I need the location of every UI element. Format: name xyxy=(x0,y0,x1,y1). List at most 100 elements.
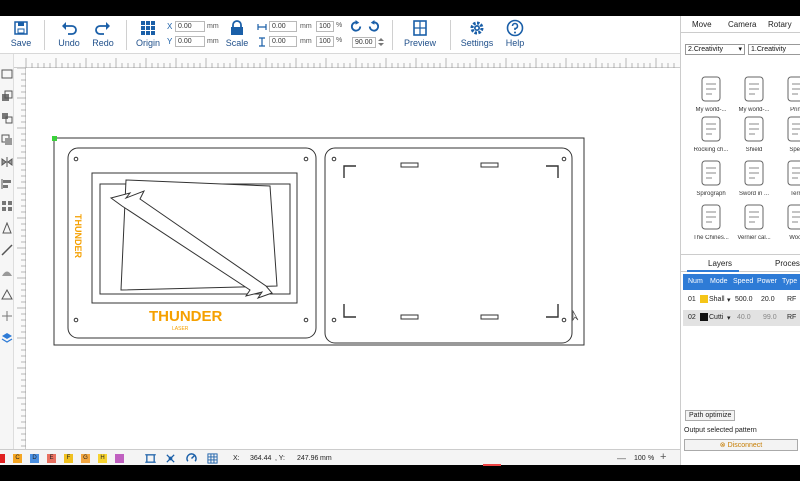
selection-handle[interactable] xyxy=(52,136,57,141)
pen-tool-icon[interactable] xyxy=(1,222,13,234)
rotate-cw-icon[interactable] xyxy=(367,20,380,33)
align-left-icon[interactable] xyxy=(1,178,13,190)
help-button[interactable]: Help xyxy=(502,19,528,48)
output-selected-label[interactable]: Output selected pattern xyxy=(684,427,757,434)
path-optimize-button[interactable]: Path optimize xyxy=(685,410,736,421)
library-item[interactable]: Sword in ... xyxy=(734,158,774,197)
library-item[interactable]: Shield xyxy=(734,114,774,153)
right-panel[interactable] xyxy=(324,147,573,344)
color-swatch[interactable] xyxy=(0,454,5,463)
height-percent-input[interactable] xyxy=(316,36,334,47)
library-item-caption: Rocking ch... xyxy=(693,147,729,153)
select-tool-icon[interactable] xyxy=(1,68,13,80)
line-tool-icon[interactable] xyxy=(1,244,13,256)
preview-button[interactable]: Preview xyxy=(402,19,438,48)
color-swatch[interactable]: D xyxy=(30,454,39,463)
height-unit: mm xyxy=(300,38,312,45)
y-unit: mm xyxy=(207,38,219,45)
redline-icon[interactable] xyxy=(186,453,197,464)
subcategory-select-value: 1.Creativity xyxy=(751,46,787,53)
node-edit-icon[interactable] xyxy=(165,453,176,464)
layer-row[interactable]: 02 Cutti ▾ 40.0 99.0 RF xyxy=(683,310,800,326)
tab-layers[interactable]: Layers xyxy=(708,259,732,268)
library-item-caption: Printi xyxy=(790,107,800,113)
layer-speed: 40.0 xyxy=(737,314,751,321)
layer-mode[interactable]: Cutti xyxy=(709,314,723,321)
layer-row[interactable]: 01 Shall ▾ 500.0 20.0 RF xyxy=(683,292,800,308)
library-item[interactable]: Rocking ch... xyxy=(691,114,731,153)
layer-mode-chevron-icon[interactable]: ▾ xyxy=(727,296,731,304)
width-percent-input[interactable] xyxy=(316,21,334,32)
color-swatch[interactable]: G xyxy=(81,454,90,463)
settings-button[interactable]: Settings xyxy=(458,19,496,48)
library-item-caption: Sword in ... xyxy=(738,191,769,197)
library-item-caption: Vernier cal... xyxy=(737,235,771,241)
undo-label: Undo xyxy=(58,38,80,48)
library-item[interactable]: Spect xyxy=(777,114,800,153)
header-type: Type xyxy=(782,278,798,285)
library-item[interactable]: Vernier cal... xyxy=(734,202,774,241)
triangle-tool-icon[interactable] xyxy=(1,288,13,300)
rotate-ccw-icon[interactable] xyxy=(350,20,363,33)
workspace[interactable]: THUNDER LASER THUNDER xyxy=(26,68,680,449)
diagonal-panel[interactable] xyxy=(120,179,278,291)
undo-button[interactable]: Undo xyxy=(56,19,82,48)
position-tool-icon[interactable] xyxy=(1,310,13,322)
library-item[interactable]: Wood xyxy=(777,202,800,241)
zoom-in-button[interactable]: + xyxy=(660,451,666,463)
group-tool-icon[interactable] xyxy=(1,112,13,124)
vertical-ruler xyxy=(14,67,26,449)
layers-tool-icon[interactable] xyxy=(1,332,13,344)
spinner-icon[interactable] xyxy=(378,38,384,46)
library-item-caption: Wood xyxy=(789,235,800,241)
save-button[interactable]: Save xyxy=(8,19,34,48)
grid-tool-icon[interactable] xyxy=(1,200,13,212)
redo-button[interactable]: Redo xyxy=(90,19,116,48)
rotation-input[interactable] xyxy=(352,37,376,48)
color-swatch[interactable]: E xyxy=(47,454,56,463)
layer-color-swatch[interactable] xyxy=(700,313,708,321)
grid-icon[interactable] xyxy=(207,453,218,464)
y-input[interactable] xyxy=(175,36,205,47)
library-item[interactable]: Spirograph xyxy=(691,158,731,197)
color-swatch[interactable]: C xyxy=(13,454,22,463)
library-item[interactable]: Terra xyxy=(777,158,800,197)
library-item[interactable]: Printi xyxy=(777,74,800,113)
color-swatch[interactable]: H xyxy=(98,454,107,463)
tab-rotary[interactable]: Rotary xyxy=(768,20,792,29)
tab-process[interactable]: Process xyxy=(775,259,800,268)
layer-mode-chevron-icon[interactable]: ▾ xyxy=(727,314,731,322)
library-thumbnail-icon xyxy=(787,204,800,230)
disconnect-button[interactable]: ⊗ Disconnect xyxy=(684,439,798,451)
library-item[interactable]: My world-... xyxy=(691,74,731,113)
subcategory-select[interactable]: 1.Creativity xyxy=(748,44,800,55)
copy-tool-icon[interactable] xyxy=(1,90,13,102)
category-select[interactable]: 2.Creativity ▾ xyxy=(685,44,745,55)
layer-mode[interactable]: Shall xyxy=(709,296,725,303)
width-input[interactable] xyxy=(269,21,297,32)
disconnect-icon: ⊗ xyxy=(719,442,728,449)
header-num: Num xyxy=(688,278,703,285)
x-input[interactable] xyxy=(175,21,205,32)
header-speed: Speed xyxy=(733,278,754,285)
scale-button[interactable]: Scale xyxy=(224,19,250,48)
library-item[interactable]: My world-... xyxy=(734,74,774,113)
cursor-y-value: 247.96 xyxy=(297,455,319,462)
tab-camera[interactable]: Camera xyxy=(728,20,756,29)
library-item[interactable]: The Chines... xyxy=(691,202,731,241)
height-input[interactable] xyxy=(269,36,297,47)
color-swatch[interactable]: F xyxy=(64,454,73,463)
mirror-tool-icon[interactable] xyxy=(1,156,13,168)
color-swatch[interactable] xyxy=(115,454,124,463)
design-drawing[interactable]: THUNDER LASER THUNDER xyxy=(26,68,680,449)
layer-tabs: Layers Process xyxy=(681,254,800,272)
undo-icon xyxy=(62,22,77,35)
origin-button[interactable]: Origin xyxy=(134,19,162,48)
tab-move[interactable]: Move xyxy=(692,20,712,29)
library-item-caption: My world-... xyxy=(695,107,727,113)
combine-tool-icon[interactable] xyxy=(1,134,13,146)
shape-tool-icon[interactable] xyxy=(1,266,13,278)
frame-icon[interactable] xyxy=(145,453,156,464)
layer-color-swatch[interactable] xyxy=(700,295,708,303)
zoom-out-button[interactable]: — xyxy=(617,453,626,463)
